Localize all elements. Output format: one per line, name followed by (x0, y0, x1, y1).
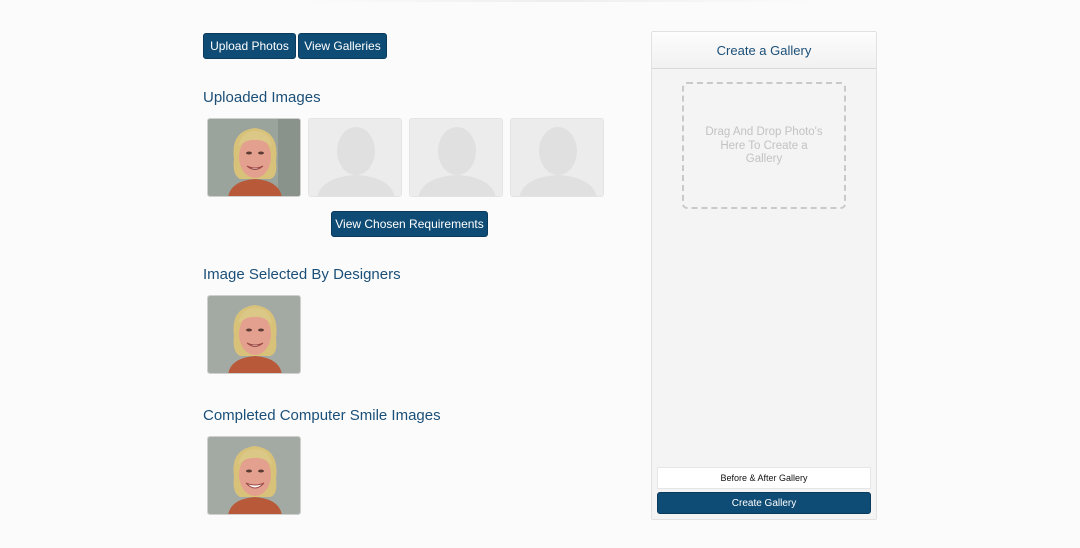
uploaded-placeholder-2[interactable] (308, 118, 402, 197)
portrait-photo-icon (208, 119, 300, 196)
person-silhouette-icon (410, 119, 502, 196)
uploaded-placeholder-3[interactable] (409, 118, 503, 197)
view-chosen-requirements-button[interactable]: View Chosen Requirements (331, 211, 488, 237)
uploaded-photo-1[interactable] (207, 118, 301, 197)
dropzone-instructions: Drag And Drop Photo's Here To Create a G… (705, 126, 823, 165)
page: Upload Photos View Galleries Uploaded Im… (0, 0, 1080, 548)
create-gallery-panel: Create a Gallery Drag And Drop Photo's H… (651, 31, 877, 520)
selected-photo[interactable] (207, 295, 301, 374)
selected-images-heading: Image Selected By Designers (203, 266, 401, 283)
view-galleries-button[interactable]: View Galleries (298, 33, 387, 59)
gallery-name-input[interactable] (657, 467, 871, 489)
person-silhouette-icon (309, 119, 401, 196)
portrait-photo-icon (208, 296, 300, 373)
portrait-photo-icon (208, 437, 300, 514)
uploaded-placeholder-4[interactable] (510, 118, 604, 197)
top-divider (300, 0, 820, 2)
completed-photo[interactable] (207, 436, 301, 515)
person-silhouette-icon (511, 119, 603, 196)
completed-images-heading: Completed Computer Smile Images (203, 407, 441, 424)
photo-dropzone[interactable]: Drag And Drop Photo's Here To Create a G… (682, 82, 846, 209)
upload-photos-button[interactable]: Upload Photos (203, 33, 296, 59)
create-gallery-button[interactable]: Create Gallery (657, 492, 871, 514)
uploaded-images-heading: Uploaded Images (203, 89, 321, 106)
panel-title: Create a Gallery (652, 32, 876, 69)
